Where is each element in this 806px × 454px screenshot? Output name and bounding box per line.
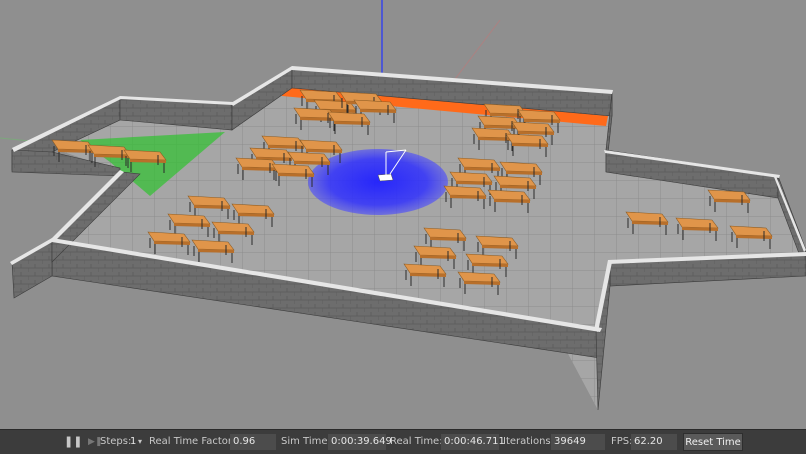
real-time-factor-label: Real Time Factor: xyxy=(149,436,236,447)
laser-scan xyxy=(308,149,448,215)
iterations-value: 39649 xyxy=(551,434,605,450)
pause-icon[interactable]: ❚❚ xyxy=(64,430,82,454)
sim-time-value: 0:00:39.649 xyxy=(328,434,392,450)
reset-time-button[interactable]: Reset Time xyxy=(683,433,743,451)
simulation-scene[interactable] xyxy=(0,0,806,429)
real-time-label: Real Time: xyxy=(390,436,443,447)
3d-viewport[interactable] xyxy=(0,0,806,429)
sim-time-label: Sim Time: xyxy=(281,436,331,447)
chevron-down-icon[interactable]: ▾ xyxy=(138,430,142,454)
fps-label: FPS: xyxy=(611,436,633,447)
real-time-factor-value: 0.96 xyxy=(230,434,276,450)
iterations-label: Iterations: xyxy=(503,436,554,447)
steps-value[interactable]: 1 xyxy=(130,430,136,454)
fps-value: 62.20 xyxy=(631,434,677,450)
real-time-value: 0:00:46.711 xyxy=(441,434,505,450)
steps-label: Steps: xyxy=(100,436,132,447)
status-toolbar: ❚❚ ▶❚ Steps: 1 ▾ Real Time Factor: 0.96 … xyxy=(0,429,806,454)
